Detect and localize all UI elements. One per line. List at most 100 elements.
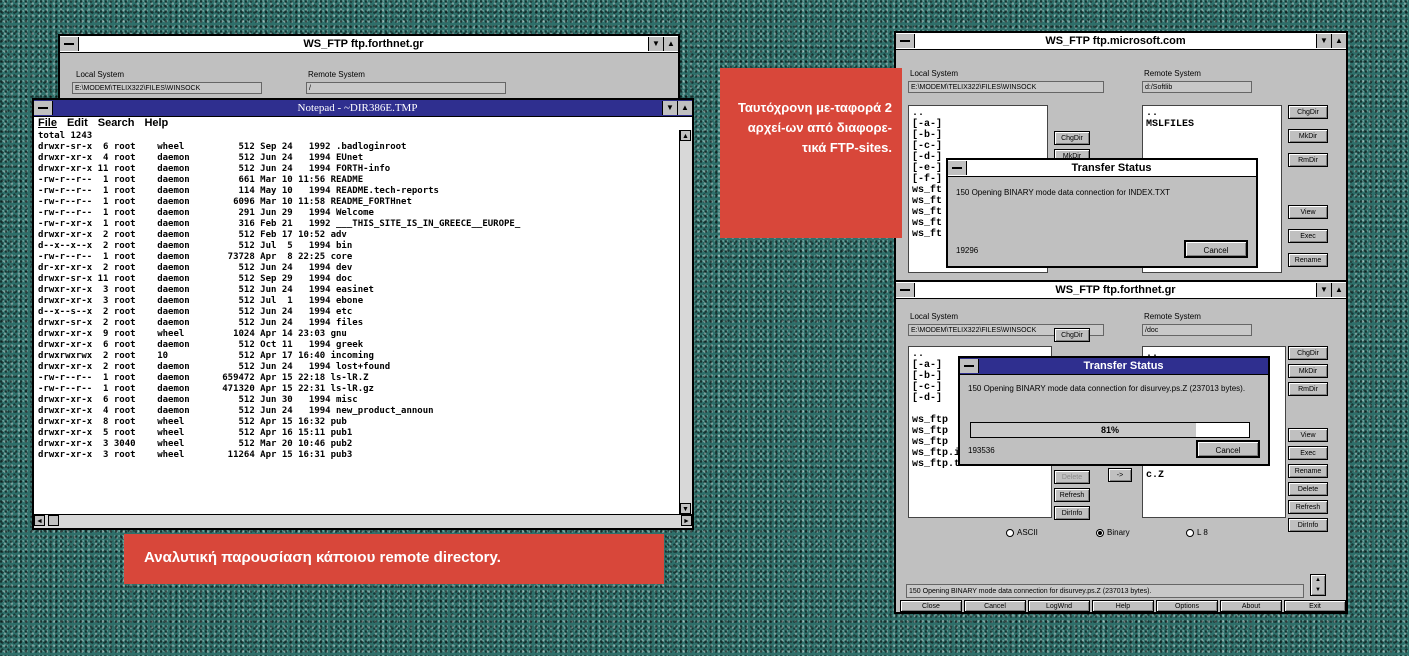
menu-help[interactable]: Help <box>144 117 168 131</box>
remote-path-field[interactable]: / <box>306 82 506 94</box>
help-button[interactable]: Help <box>1092 600 1154 612</box>
local-file-item[interactable]: [-a-] <box>912 119 1044 130</box>
minimize-icon[interactable]: ▼ <box>1316 283 1331 297</box>
local-chgdir-button[interactable]: ChgDir <box>1054 131 1090 145</box>
remote-rmdir-button[interactable]: RmDir <box>1288 382 1328 396</box>
dialog-title-bar[interactable]: Transfer Status <box>948 160 1256 177</box>
local-file-item[interactable]: .. <box>912 108 1044 119</box>
remote-chgdir-button[interactable]: ChgDir <box>1288 346 1328 360</box>
cancel-button[interactable]: Cancel <box>964 600 1026 612</box>
cancel-button[interactable]: Cancel <box>1184 240 1248 258</box>
scroll-thumb[interactable] <box>48 515 59 526</box>
remote-rename-button[interactable]: Rename <box>1288 253 1328 267</box>
radio-ascii-label: ASCII <box>1017 528 1038 537</box>
remote-chgdir-button[interactable]: ChgDir <box>1288 105 1328 119</box>
remote-rmdir-button[interactable]: RmDir <box>1288 153 1328 167</box>
system-menu-icon[interactable] <box>960 359 979 373</box>
minimize-icon[interactable]: ▼ <box>1316 34 1331 48</box>
about-button[interactable]: About <box>1220 600 1282 612</box>
notepad-text-area[interactable]: total 1243 drwxr-sr-x 6 root wheel 512 Se… <box>34 130 679 514</box>
window-title: WS_FTP ftp.microsoft.com <box>1045 35 1186 47</box>
progress-bar: 81% <box>970 422 1250 438</box>
local-path-field[interactable]: E:\MODEM\TELIX322\FILES\WINSOCK <box>908 81 1104 93</box>
options-button[interactable]: Options <box>1156 600 1218 612</box>
system-menu-icon[interactable] <box>948 161 967 175</box>
maximize-icon[interactable]: ▲ <box>677 101 692 115</box>
notepad-title-bar[interactable]: Notepad - ~DIR386E.TMP ▼ ▲ <box>34 100 692 117</box>
remote-dirinfo-button[interactable]: DirInfo <box>1288 518 1328 532</box>
listing-line: total 1243 <box>38 131 93 141</box>
local-file-item[interactable]: [-b-] <box>912 130 1044 141</box>
radio-ascii[interactable]: ASCII <box>1006 528 1038 537</box>
radio-binary[interactable]: Binary <box>1096 528 1130 537</box>
menu-edit[interactable]: Edit <box>67 117 88 131</box>
system-menu-icon[interactable] <box>896 283 915 297</box>
cancel-button[interactable]: Cancel <box>1196 440 1260 458</box>
minimize-icon[interactable]: ▼ <box>662 101 677 115</box>
listing-line: drwxr-xr-x 8 root wheel 512 Apr 15 16:32… <box>38 417 347 427</box>
system-menu-icon[interactable] <box>34 101 53 115</box>
listing-line: drwxr-xr-x 2 root daemon 512 Feb 17 10:5… <box>38 230 347 240</box>
radio-ascii-circle[interactable] <box>1006 528 1014 537</box>
remote-path-field[interactable]: /doc <box>1142 324 1252 336</box>
title-bar[interactable]: WS_FTP ftp.microsoft.com ▼ ▲ <box>896 33 1346 50</box>
menu-search[interactable]: Search <box>98 117 135 131</box>
title-bar[interactable]: WS_FTP ftp.forthnet.gr ▼ ▲ <box>60 36 678 53</box>
logwnd-button[interactable]: LogWnd <box>1028 600 1090 612</box>
remote-mkdir-button[interactable]: MkDir <box>1288 364 1328 378</box>
scroll-left-icon[interactable]: ◄ <box>34 515 45 526</box>
system-menu-icon[interactable] <box>896 34 915 48</box>
dialog-title: Transfer Status <box>1071 162 1152 174</box>
radio-l8[interactable]: L 8 <box>1186 528 1208 537</box>
local-delete-button[interactable]: Delete <box>1054 470 1090 484</box>
remote-exec-button[interactable]: Exec <box>1288 446 1328 460</box>
remote-view-button[interactable]: View <box>1288 205 1328 219</box>
remote-path-field[interactable]: d:/Softlib <box>1142 81 1252 93</box>
remote-file-item[interactable]: c.Z <box>1146 470 1282 481</box>
remote-delete-button[interactable]: Delete <box>1288 482 1328 496</box>
horizontal-scrollbar[interactable]: ◄ ► <box>34 514 692 528</box>
local-chgdir-button[interactable]: ChgDir <box>1054 328 1090 342</box>
dialog-title-bar[interactable]: Transfer Status <box>960 358 1268 375</box>
local-file-item[interactable]: [-c-] <box>912 141 1044 152</box>
transfer-status-dialog-microsoft: Transfer Status 150 Opening BINARY mode … <box>946 158 1258 268</box>
remote-file-item[interactable]: .. <box>1146 108 1278 119</box>
remote-mkdir-button[interactable]: MkDir <box>1288 129 1328 143</box>
listing-line: drwxr-xr-x 3 root wheel 11264 Apr 15 16:… <box>38 450 353 460</box>
listing-line: dr-xr-xr-x 2 root daemon 512 Jun 24 1994… <box>38 263 353 273</box>
local-dirinfo-button[interactable]: DirInfo <box>1054 506 1090 520</box>
radio-l8-label: L 8 <box>1197 528 1208 537</box>
system-menu-icon[interactable] <box>60 37 79 51</box>
listing-line: drwxr-xr-x 3 root daemon 512 Jul 1 1994 … <box>38 296 364 306</box>
remote-refresh-button[interactable]: Refresh <box>1288 500 1328 514</box>
vertical-scrollbar[interactable]: ▲ ▼ <box>679 130 692 514</box>
status-scroll-icon[interactable]: ▲ ▼ <box>1310 574 1326 596</box>
remote-file-item[interactable]: MSLFILES <box>1146 119 1278 130</box>
close-button[interactable]: Close <box>900 600 962 612</box>
remote-rename-button[interactable]: Rename <box>1288 464 1328 478</box>
maximize-icon[interactable]: ▲ <box>1331 34 1346 48</box>
listing-line: -rw-r--r-- 1 root daemon 471320 Apr 15 2… <box>38 384 374 394</box>
remote-view-button[interactable]: View <box>1288 428 1328 442</box>
local-system-label: Local System <box>76 70 125 79</box>
scroll-right-icon[interactable]: ► <box>681 515 692 526</box>
transfer-right-button[interactable]: -> <box>1108 468 1132 482</box>
listing-line: drwxr-xr-x 4 root daemon 512 Jun 24 1994… <box>38 406 434 416</box>
scroll-down-icon[interactable]: ▼ <box>680 503 691 514</box>
minimize-icon[interactable]: ▼ <box>648 37 663 51</box>
radio-l8-circle[interactable] <box>1186 528 1194 537</box>
listing-line: drwxr-sr-x 6 root wheel 512 Sep 24 1992 … <box>38 142 407 152</box>
menu-file[interactable]: File <box>38 117 57 131</box>
scroll-up-icon[interactable]: ▲ <box>680 130 691 141</box>
remote-exec-button[interactable]: Exec <box>1288 229 1328 243</box>
radio-binary-circle[interactable] <box>1096 528 1104 537</box>
maximize-icon[interactable]: ▲ <box>663 37 678 51</box>
title-bar[interactable]: WS_FTP ftp.forthnet.gr ▼ ▲ <box>896 282 1346 299</box>
local-system-label: Local System <box>910 312 959 321</box>
window-title: WS_FTP ftp.forthnet.gr <box>303 38 424 50</box>
local-refresh-button[interactable]: Refresh <box>1054 488 1090 502</box>
listing-line: -rw-r--r-- 1 root daemon 6096 Mar 10 11:… <box>38 197 412 207</box>
local-path-field[interactable]: E:\MODEM\TELIX322\FILES\WINSOCK <box>72 82 262 94</box>
exit-button[interactable]: Exit <box>1284 600 1346 612</box>
maximize-icon[interactable]: ▲ <box>1331 283 1346 297</box>
